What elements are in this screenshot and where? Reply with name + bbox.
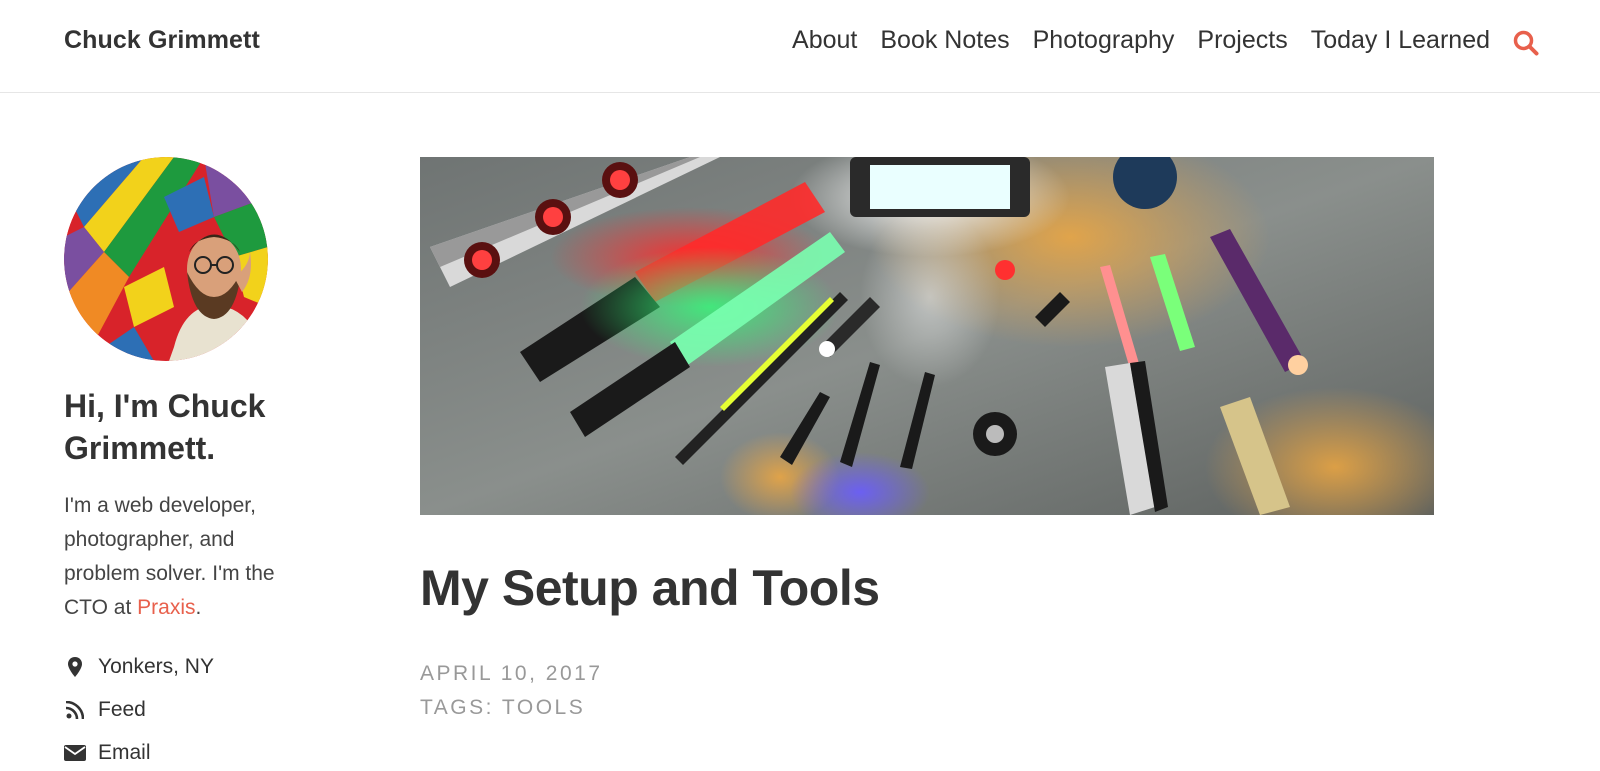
author-bio-suffix: . [195,596,202,619]
nav-item-book-notes[interactable]: Book Notes [880,26,1009,55]
masthead: Chuck Grimmett About Book Notes Photogra… [0,0,1600,93]
post-title: My Setup and Tools [420,560,880,616]
nav-item-today-i-learned[interactable]: Today I Learned [1311,26,1490,55]
main-nav: About Book Notes Photography Projects To… [792,26,1490,55]
location-label: Yonkers, NY [98,654,214,678]
search-icon [1513,30,1539,56]
site-title-link[interactable]: Chuck Grimmett [64,26,260,55]
praxis-link[interactable]: Praxis [137,596,195,619]
email-link[interactable]: Email [98,741,151,765]
main-content: My Setup and Tools APRIL 10, 2017 TAGS: … [420,157,1434,725]
post-date: APRIL 10, 2017 [420,662,603,685]
search-button[interactable] [1512,29,1540,57]
nav-item-photography[interactable]: Photography [1033,26,1175,55]
nav-item-projects[interactable]: Projects [1197,26,1287,55]
nav-item-about[interactable]: About [792,26,857,55]
author-links: Yonkers, NY Feed Email [64,645,314,771]
author-sidebar: Hi, I'm Chuck Grimmett. I'm a web develo… [64,157,314,771]
tags-label: TAGS: [420,696,502,719]
envelope-icon [64,742,86,764]
rss-icon [64,699,86,721]
map-marker-icon [64,656,86,678]
feed-link[interactable]: Feed [98,698,146,722]
location-item: Yonkers, NY [64,645,314,688]
author-name: Hi, I'm Chuck Grimmett. [64,388,266,466]
tag-link-tools[interactable]: TOOLS [502,696,585,719]
feed-item[interactable]: Feed [64,688,314,731]
author-bio: I'm a web developer, photographer, and p… [64,489,314,625]
author-avatar [64,157,268,361]
hero-image [420,157,1434,515]
email-item[interactable]: Email [64,731,314,771]
post-tags: TAGS: TOOLS [420,691,1434,725]
post-meta: APRIL 10, 2017 TAGS: TOOLS [420,657,1434,725]
